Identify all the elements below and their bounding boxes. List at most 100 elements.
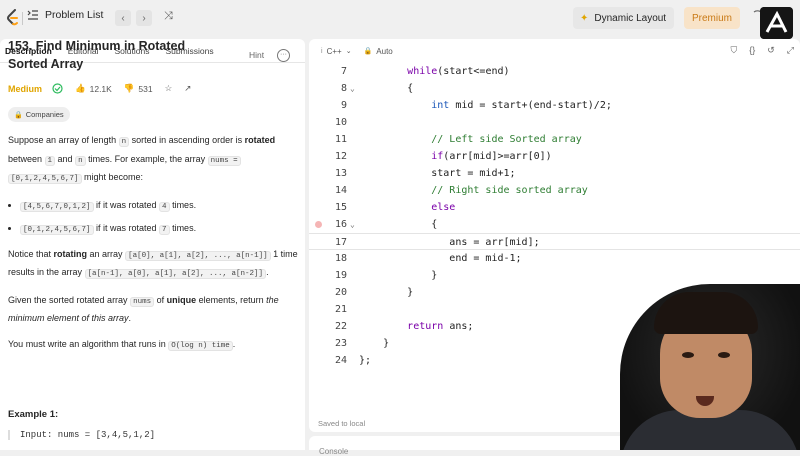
text: Notice that — [8, 248, 54, 259]
lock-icon: 🔒 — [14, 111, 23, 119]
code-text: { — [359, 219, 438, 230]
language-label: C++ — [326, 46, 342, 56]
expand-icon[interactable]: ⤢ — [787, 45, 794, 56]
inline-code: [0,1,2,4,5,6,7] — [20, 225, 94, 235]
code-line[interactable]: 15 else — [309, 199, 800, 216]
dislike-count: 531 — [138, 83, 153, 94]
description-paragraph: Given the sorted rotated array nums of u… — [8, 292, 298, 327]
code-text: } — [359, 270, 438, 281]
description-paragraph: Notice that rotating an array [a[0], a[1… — [8, 246, 298, 283]
inline-code: [a[0], a[1], a[2], ..., a[n-1]] — [125, 250, 271, 261]
code-line[interactable]: 16 ⌄ { — [309, 216, 800, 233]
bold-text: rotating — [53, 248, 88, 259]
code-text: { — [359, 83, 414, 94]
line-number[interactable]: 17 — [309, 234, 347, 251]
chevron-left-icon: ‹ — [121, 12, 125, 24]
breakpoint-icon[interactable] — [315, 221, 322, 228]
text: elements, return — [196, 294, 267, 305]
bookmark-icon[interactable]: ⛉ — [730, 45, 737, 56]
share-icon[interactable]: ↗ — [184, 83, 191, 94]
star-icon[interactable]: ☆ — [165, 83, 173, 94]
line-number[interactable]: 20 — [309, 284, 347, 301]
language-select[interactable]: i C++ ⌄ — [321, 47, 352, 56]
line-number[interactable]: 12 — [309, 148, 347, 165]
premium-button[interactable]: Premium — [684, 7, 740, 29]
code-line[interactable]: 10 — [309, 114, 800, 131]
example-block: Input: nums = [3,4,5,1,2] — [8, 430, 298, 440]
editor-toolbar: i C++ ⌄ 🔒 Auto ⛉ {} ↺ ⤢ — [309, 39, 800, 63]
inline-code: 7 — [159, 225, 170, 235]
text: . — [266, 267, 269, 277]
presenter-eye — [682, 352, 694, 358]
line-number[interactable]: 23 — [309, 335, 347, 352]
braces-icon[interactable]: {} — [749, 45, 755, 56]
more-options-icon[interactable]: ··· — [277, 49, 290, 62]
divider — [22, 12, 23, 25]
problem-description: Suppose an array of length n sorted in a… — [8, 132, 298, 363]
inline-code: [a[n-1], a[0], a[1], a[2], ..., a[n-2]] — [84, 269, 267, 279]
thumbs-down-icon: 👎 — [123, 83, 135, 93]
leetcode-logo-icon[interactable] — [6, 9, 20, 27]
solved-status — [52, 83, 63, 94]
text: Given the sorted rotated array — [8, 294, 131, 305]
inline-code: n — [75, 155, 86, 166]
code-line[interactable]: 13 start = mid+1; — [309, 165, 800, 182]
thumbs-up-icon: 👍 — [75, 83, 86, 93]
code-text: return ans; — [407, 321, 474, 332]
line-number[interactable]: 13 — [309, 165, 347, 182]
line-number[interactable]: 21 — [309, 301, 347, 318]
problem-list-button[interactable]: Problem List — [27, 9, 103, 21]
fold-chevron-icon[interactable]: ⌄ — [350, 80, 355, 97]
line-number[interactable]: 9 — [309, 97, 347, 114]
shuffle-icon[interactable]: ⤨ — [164, 10, 173, 23]
inline-code: [4,5,6,7,0,1,2] — [20, 201, 94, 212]
code-line[interactable]: 14 // Right side sorted array — [309, 182, 800, 199]
line-number[interactable]: 8 — [309, 80, 347, 97]
code-line[interactable]: 18 end = mid-1; — [309, 250, 800, 267]
text: . — [232, 338, 236, 349]
code-text: end = mid-1; — [359, 253, 522, 264]
code-line[interactable]: 12 if(arr[mid]>=arr[0]) — [309, 148, 800, 165]
line-number[interactable]: 7 — [309, 63, 347, 80]
fold-chevron-icon[interactable]: ⌄ — [350, 216, 355, 233]
line-number[interactable]: 11 — [309, 131, 347, 148]
editor-actions: ⛉ {} ↺ ⤢ — [730, 45, 794, 56]
example-title: Example 1: — [8, 409, 59, 420]
auto-mode-toggle[interactable]: 🔒 Auto — [364, 47, 393, 56]
presenter-hair — [654, 292, 758, 334]
code-line[interactable]: 7 while(start<=end) — [309, 63, 800, 80]
list-item: [0,1,2,4,5,6,7] if it was rotated 7 time… — [20, 220, 298, 239]
line-number[interactable]: 10 — [309, 114, 347, 131]
reset-icon[interactable]: ↺ — [767, 45, 775, 56]
inline-code: 4 — [159, 201, 170, 212]
text: an array — [87, 248, 126, 259]
dislike-button[interactable]: 👎 531 — [124, 83, 153, 94]
next-problem-button[interactable]: › — [136, 10, 152, 26]
code-text: int mid = start+(end-start)/2; — [431, 100, 612, 111]
hint-button[interactable]: Hint — [249, 50, 264, 60]
dynamic-layout-button[interactable]: ✦ Dynamic Layout — [573, 7, 674, 29]
code-line[interactable]: 11 // Left side Sorted array — [309, 131, 800, 148]
channel-logo-icon — [760, 7, 793, 39]
code-line[interactable]: 9 int mid = start+(end-start)/2; — [309, 97, 800, 114]
code-line[interactable]: 19 } — [309, 267, 800, 284]
line-number[interactable]: 14 — [309, 182, 347, 199]
console-label: Console — [319, 447, 349, 456]
code-text: if(arr[mid]>=arr[0]) — [431, 151, 552, 162]
code-line[interactable]: 8 ⌄ { — [309, 80, 800, 97]
code-line[interactable]: 17 ans = arr[mid]; — [309, 233, 800, 250]
presenter-eye — [718, 352, 730, 358]
line-number[interactable]: 18 — [309, 250, 347, 267]
code-text: start = mid+1; — [359, 168, 516, 179]
line-number[interactable]: 22 — [309, 318, 347, 335]
top-bar: Problem List ‹ › ⤨ ✦ Dynamic Layout Prem… — [0, 0, 800, 39]
like-button[interactable]: 👍 12.1K — [75, 83, 112, 94]
inline-code: O(log n) time — [168, 340, 233, 351]
prev-problem-button[interactable]: ‹ — [115, 10, 131, 26]
companies-tag[interactable]: 🔒 Companies — [8, 107, 70, 122]
description-paragraph: You must write an algorithm that runs in… — [8, 336, 298, 355]
line-number[interactable]: 19 — [309, 267, 347, 284]
premium-label: Premium — [691, 12, 732, 24]
line-number[interactable]: 15 — [309, 199, 347, 216]
line-number[interactable]: 24 — [309, 352, 347, 369]
